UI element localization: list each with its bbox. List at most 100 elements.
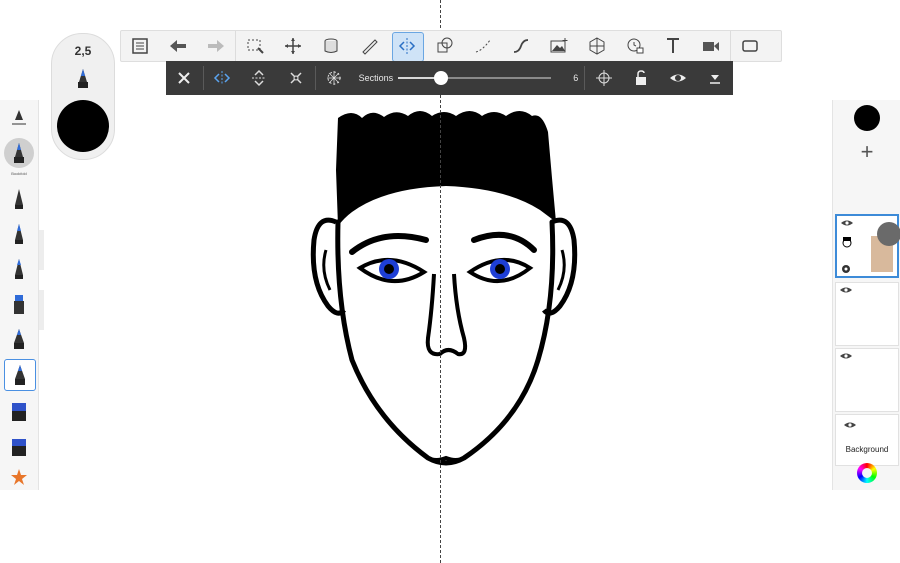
radial-symmetry-icon (327, 71, 342, 85)
left-ear-inner (322, 249, 332, 291)
text-button[interactable] (654, 31, 692, 61)
brush-color-swatch[interactable] (57, 100, 109, 152)
background-layer[interactable]: Background (835, 414, 899, 466)
marker-brush-icon (15, 224, 23, 244)
center-target-icon (595, 70, 612, 86)
brush-size-value[interactable]: 2,5 (52, 44, 114, 58)
brush-settings-button[interactable] (4, 103, 34, 133)
visibility-button[interactable] (659, 61, 696, 95)
horizontal-symmetry-button[interactable] (241, 61, 278, 95)
redo-icon (208, 40, 224, 52)
brush-properties-widget[interactable]: 2,5 (51, 33, 115, 160)
perspective-button[interactable] (578, 31, 616, 61)
left-pupil (384, 264, 394, 274)
wide-marker-icon (12, 403, 26, 421)
symmetry-icon (398, 38, 416, 54)
chin (427, 455, 465, 462)
symmetry-center-button[interactable] (585, 61, 622, 95)
stroke-button[interactable] (502, 31, 540, 61)
face-outline (335, 219, 556, 466)
lock-open-icon (635, 70, 646, 85)
hair (336, 111, 556, 226)
close-icon (178, 72, 191, 84)
symmetry-options-bar: Sections 6 (166, 61, 733, 95)
ink-brush-icon (15, 259, 23, 279)
transform-button[interactable] (274, 31, 312, 61)
color-wheel-icon[interactable] (857, 463, 877, 483)
undo-icon (170, 40, 186, 52)
background-layer-label: Background (845, 445, 889, 454)
shapes-icon (437, 37, 453, 53)
list-icon (132, 38, 148, 54)
horizontal-symmetry-icon (252, 69, 267, 87)
sections-value: 6 (573, 73, 579, 83)
brush-name-label: Bookfold (11, 171, 27, 176)
layers-panel: + Background (832, 100, 900, 490)
eye-icon[interactable] (840, 286, 852, 294)
layer-2[interactable] (835, 282, 899, 346)
brush-selected[interactable] (4, 359, 36, 391)
wide-ink-icon (12, 439, 26, 456)
eye-icon[interactable] (844, 421, 856, 429)
brush-chisel[interactable] (4, 289, 34, 319)
video-button[interactable] (692, 31, 730, 61)
timelapse-button[interactable] (616, 31, 654, 61)
brush-marker[interactable] (4, 219, 34, 249)
vertical-symmetry-button[interactable] (204, 61, 241, 95)
brush-pen[interactable] (4, 184, 34, 214)
brush-preview-icon (78, 69, 88, 88)
radial-symmetry-button[interactable] (316, 61, 353, 95)
chisel-brush-icon (14, 295, 24, 314)
move-icon (285, 38, 301, 54)
stroke-icon (513, 39, 529, 53)
brush-library-panel: Bookfold (0, 100, 39, 490)
right-ear-inner (556, 249, 566, 291)
shapes-button[interactable] (426, 31, 464, 61)
redo-button[interactable] (197, 31, 235, 61)
panel-drag-handle[interactable] (39, 230, 44, 270)
right-pupil (495, 264, 505, 274)
brush-wide-marker[interactable] (4, 396, 34, 426)
symmetry-button[interactable] (388, 31, 426, 62)
image-button[interactable] (540, 31, 578, 61)
eye-icon[interactable] (840, 352, 852, 360)
sections-label: Sections (358, 73, 394, 83)
sections-slider[interactable] (397, 61, 552, 95)
fill-button[interactable] (312, 31, 350, 61)
sliders-icon (12, 110, 26, 125)
star-icon (11, 469, 27, 485)
add-layer-button[interactable]: + (855, 140, 879, 164)
brush-bookfold[interactable] (4, 138, 34, 168)
selected-brush-icon (15, 365, 25, 385)
layer-options-icon[interactable] (841, 264, 851, 274)
text-icon (667, 38, 679, 53)
fullscreen-icon (742, 40, 758, 52)
current-color-swatch[interactable] (854, 105, 880, 131)
selection-icon (247, 39, 264, 54)
layer-1[interactable] (835, 214, 900, 278)
selection-button[interactable] (236, 31, 274, 61)
collapse-button[interactable] (696, 61, 733, 95)
slider-knob[interactable] (433, 71, 448, 85)
curve-button[interactable] (464, 31, 502, 61)
ruler-icon (362, 39, 378, 55)
brush-ink[interactable] (4, 254, 34, 284)
perspective-grid-icon (589, 37, 605, 55)
eye-icon[interactable] (841, 219, 853, 227)
ruler-button[interactable] (350, 31, 388, 61)
eye-icon (669, 74, 686, 82)
undo-button[interactable] (159, 31, 197, 61)
fullscreen-button[interactable] (731, 31, 769, 61)
airbrush-icon (14, 329, 24, 349)
left-eyebrow (349, 233, 429, 255)
favorites-button[interactable] (4, 462, 34, 492)
layer-3[interactable] (835, 348, 899, 412)
vertical-symmetry-icon (214, 71, 231, 85)
brush-wide-ink[interactable] (4, 431, 34, 461)
quadrant-symmetry-button[interactable] (278, 61, 315, 95)
lock-button[interactable] (622, 61, 659, 95)
brush-airbrush[interactable] (4, 324, 34, 354)
layers-list-button[interactable] (121, 31, 159, 61)
close-symmetry-button[interactable] (166, 61, 203, 95)
panel-drag-handle[interactable] (39, 290, 44, 330)
